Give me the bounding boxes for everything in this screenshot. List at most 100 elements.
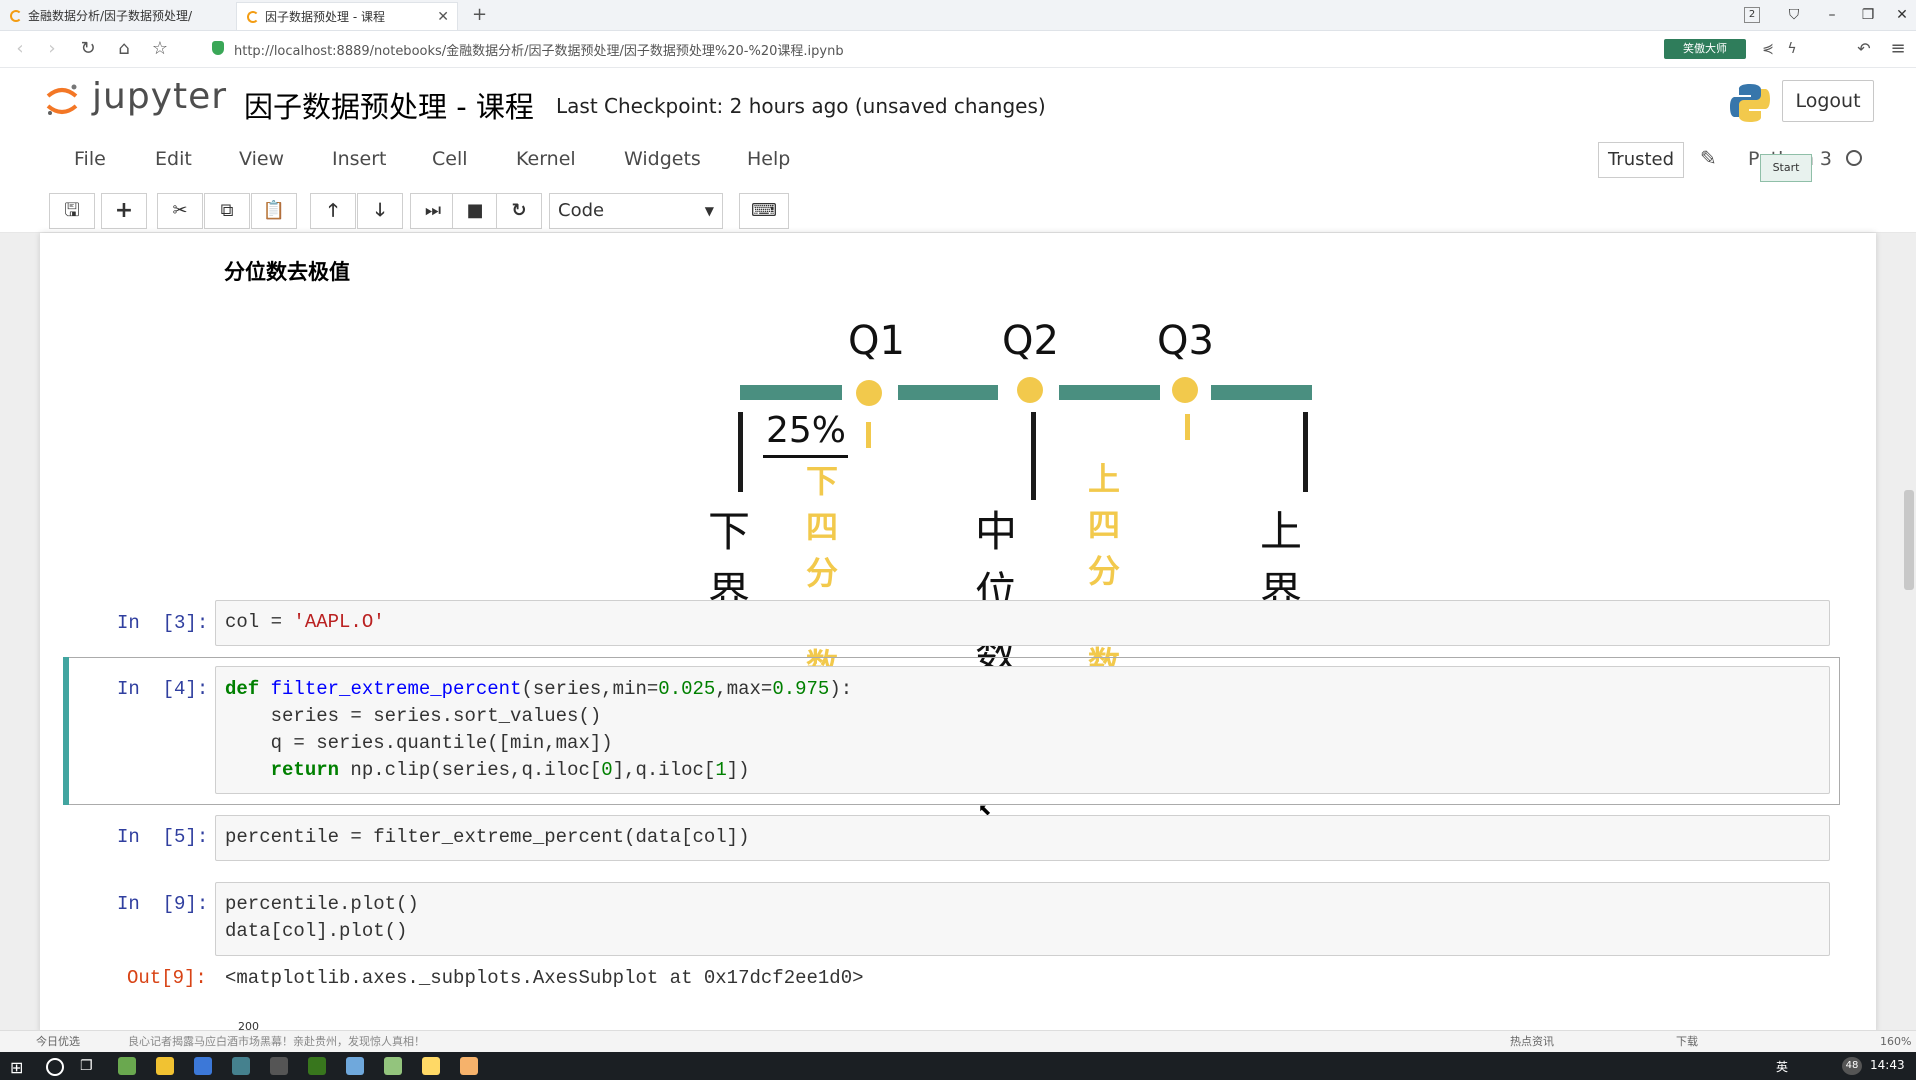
app-task-icon[interactable] bbox=[194, 1057, 212, 1075]
app-task-icon[interactable] bbox=[346, 1057, 364, 1075]
menu-view[interactable]: View bbox=[239, 148, 284, 170]
cell-type-value: Code bbox=[558, 200, 605, 221]
run-button[interactable]: ⏭ bbox=[410, 193, 456, 229]
close-tab-icon[interactable]: ✕ bbox=[437, 3, 449, 30]
upper-bound-line bbox=[1303, 412, 1308, 492]
insert-cell-button[interactable]: + bbox=[101, 193, 147, 229]
pencil-edit-icon[interactable]: ✎ bbox=[1700, 146, 1717, 170]
arrow-up-icon: 🡑 bbox=[328, 200, 338, 221]
search-icon[interactable] bbox=[46, 1058, 64, 1076]
range-segment bbox=[1211, 385, 1312, 400]
restart-button[interactable]: ↻ bbox=[496, 193, 542, 229]
zoom-level[interactable]: 160% bbox=[1880, 1031, 1911, 1053]
menu-widgets[interactable]: Widgets bbox=[624, 148, 701, 170]
q3-dot bbox=[1172, 377, 1198, 403]
browser-task-icon[interactable] bbox=[118, 1057, 136, 1075]
app-task-icon[interactable] bbox=[308, 1057, 326, 1075]
q2-dot bbox=[1017, 377, 1043, 403]
start-popup[interactable]: Start bbox=[1760, 154, 1812, 182]
url-field[interactable]: http://localhost:8889/notebooks/金融数据分析/因… bbox=[234, 40, 844, 59]
taskbar-clock: 14:43 bbox=[1870, 1058, 1905, 1072]
code-text[interactable]: percentile = filter_extreme_percent(data… bbox=[225, 824, 750, 851]
jupyter-favicon-icon bbox=[10, 10, 22, 22]
code-cell-3[interactable]: col = 'AAPL.O' bbox=[215, 600, 1830, 646]
bookmark-star-icon[interactable]: ☆ bbox=[148, 37, 172, 61]
menu-icon[interactable]: ≡ bbox=[1886, 37, 1910, 61]
info-download[interactable]: 下载 bbox=[1676, 1031, 1698, 1053]
home-icon[interactable]: ⌂ bbox=[112, 37, 136, 61]
explorer-task-icon[interactable] bbox=[156, 1057, 174, 1075]
back-icon[interactable]: ‹ bbox=[8, 37, 32, 61]
browser-info-bar: 今日优选 良心记者揭露马应白酒市场黑幕！亲赴贵州，发现惊人真相！ 热点资讯 下载… bbox=[0, 1030, 1916, 1053]
move-up-button[interactable]: 🡑 bbox=[310, 193, 356, 229]
plus-icon: + bbox=[114, 198, 134, 223]
range-segment bbox=[1059, 385, 1160, 400]
vertical-scrollbar[interactable] bbox=[1904, 490, 1914, 590]
copy-button[interactable]: ⧉ bbox=[204, 193, 250, 229]
undo-icon[interactable]: ↶ bbox=[1852, 37, 1876, 61]
windows-start-icon[interactable]: ⊞ bbox=[10, 1058, 23, 1077]
forward-icon[interactable]: › bbox=[40, 37, 64, 61]
cut-button[interactable]: ✂ bbox=[157, 193, 203, 229]
extension-button[interactable]: 笑傲大师 bbox=[1664, 39, 1746, 59]
app-task-icon[interactable] bbox=[460, 1057, 478, 1075]
notebook-title[interactable]: 因子数据预处理 - 课程 bbox=[244, 84, 534, 126]
python-logo-icon bbox=[1730, 84, 1770, 122]
minimize-icon[interactable]: – bbox=[1820, 4, 1844, 26]
paste-button[interactable]: 📋 bbox=[251, 193, 297, 229]
cell-prompt: In [9]: bbox=[117, 893, 209, 915]
app-task-icon[interactable] bbox=[232, 1057, 250, 1075]
menu-file[interactable]: File bbox=[74, 148, 106, 170]
jupyter-logo-text[interactable]: jupyter bbox=[92, 76, 227, 117]
menu-kernel[interactable]: Kernel bbox=[516, 148, 576, 170]
lightning-icon[interactable]: ϟ bbox=[1780, 37, 1804, 61]
menu-help[interactable]: Help bbox=[747, 148, 790, 170]
ime-indicator[interactable]: 英 bbox=[1776, 1058, 1788, 1075]
browser-tab-title: 因子数据预处理 - 课程 bbox=[265, 10, 385, 24]
restore-icon[interactable]: ❐ bbox=[1856, 4, 1880, 26]
browser-tab-strip: 金融数据分析/因子数据预处理/ 因子数据预处理 - 课程 ✕ + 2 ⛉ – ❐… bbox=[0, 0, 1916, 31]
q3-label: Q3 bbox=[1157, 318, 1214, 364]
code-text[interactable]: def filter_extreme_percent(series,min=0.… bbox=[225, 676, 852, 784]
paste-icon: 📋 bbox=[262, 200, 286, 221]
trusted-indicator[interactable]: Trusted bbox=[1598, 142, 1684, 178]
code-text[interactable]: percentile.plot() data[col].plot() bbox=[225, 891, 419, 945]
tab-count-badge[interactable]: 2 bbox=[1744, 7, 1760, 23]
save-icon: 🖫 bbox=[64, 200, 80, 221]
notification-badge[interactable]: 48 bbox=[1842, 1057, 1862, 1075]
keyboard-icon: ⌨ bbox=[751, 200, 777, 221]
jupyter-logo-icon[interactable] bbox=[44, 82, 80, 118]
cell-prompt: In [3]: bbox=[117, 612, 209, 634]
folder-task-icon[interactable] bbox=[422, 1057, 440, 1075]
menu-edit[interactable]: Edit bbox=[155, 148, 192, 170]
command-palette-button[interactable]: ⌨ bbox=[739, 193, 789, 229]
code-cell-4[interactable]: def filter_extreme_percent(series,min=0.… bbox=[215, 666, 1830, 794]
logout-button[interactable]: Logout bbox=[1782, 80, 1874, 122]
info-bar-left[interactable]: 今日优选 bbox=[36, 1031, 80, 1053]
browser-tab[interactable]: 金融数据分析/因子数据预处理/ bbox=[0, 2, 232, 30]
kernel-status-icon bbox=[1846, 150, 1862, 166]
address-bar: ‹ › ↻ ⌂ ☆ http://localhost:8889/notebook… bbox=[0, 31, 1916, 68]
interrupt-button[interactable]: ■ bbox=[452, 193, 498, 229]
browser-tab-active[interactable]: 因子数据预处理 - 课程 ✕ bbox=[236, 2, 458, 30]
menu-cell[interactable]: Cell bbox=[432, 148, 468, 170]
reload-icon[interactable]: ↻ bbox=[76, 37, 100, 61]
terminal-task-icon[interactable] bbox=[270, 1057, 288, 1075]
move-down-button[interactable]: 🡓 bbox=[357, 193, 403, 229]
task-view-icon[interactable]: ❐ bbox=[80, 1058, 93, 1074]
new-tab-button[interactable]: + bbox=[472, 4, 487, 25]
cell-type-select[interactable]: Code ▼ bbox=[549, 193, 723, 229]
close-window-icon[interactable]: ✕ bbox=[1890, 4, 1914, 26]
code-cell-5[interactable]: percentile = filter_extreme_percent(data… bbox=[215, 815, 1830, 861]
news-ticker[interactable]: 良心记者揭露马应白酒市场黑幕！亲赴贵州，发现惊人真相！ bbox=[128, 1031, 425, 1053]
restart-icon: ↻ bbox=[511, 200, 527, 221]
code-text[interactable]: col = 'AAPL.O' bbox=[225, 609, 385, 636]
info-hot-news[interactable]: 热点资讯 bbox=[1510, 1031, 1554, 1053]
code-cell-9[interactable]: percentile.plot() data[col].plot() bbox=[215, 882, 1830, 956]
app-task-icon[interactable] bbox=[384, 1057, 402, 1075]
median-line bbox=[1031, 412, 1036, 500]
menu-insert[interactable]: Insert bbox=[332, 148, 387, 170]
shirt-icon[interactable]: ⛉ bbox=[1782, 4, 1806, 26]
save-button[interactable]: 🖫 bbox=[49, 193, 95, 229]
share-icon[interactable]: ⋞ bbox=[1756, 37, 1780, 61]
